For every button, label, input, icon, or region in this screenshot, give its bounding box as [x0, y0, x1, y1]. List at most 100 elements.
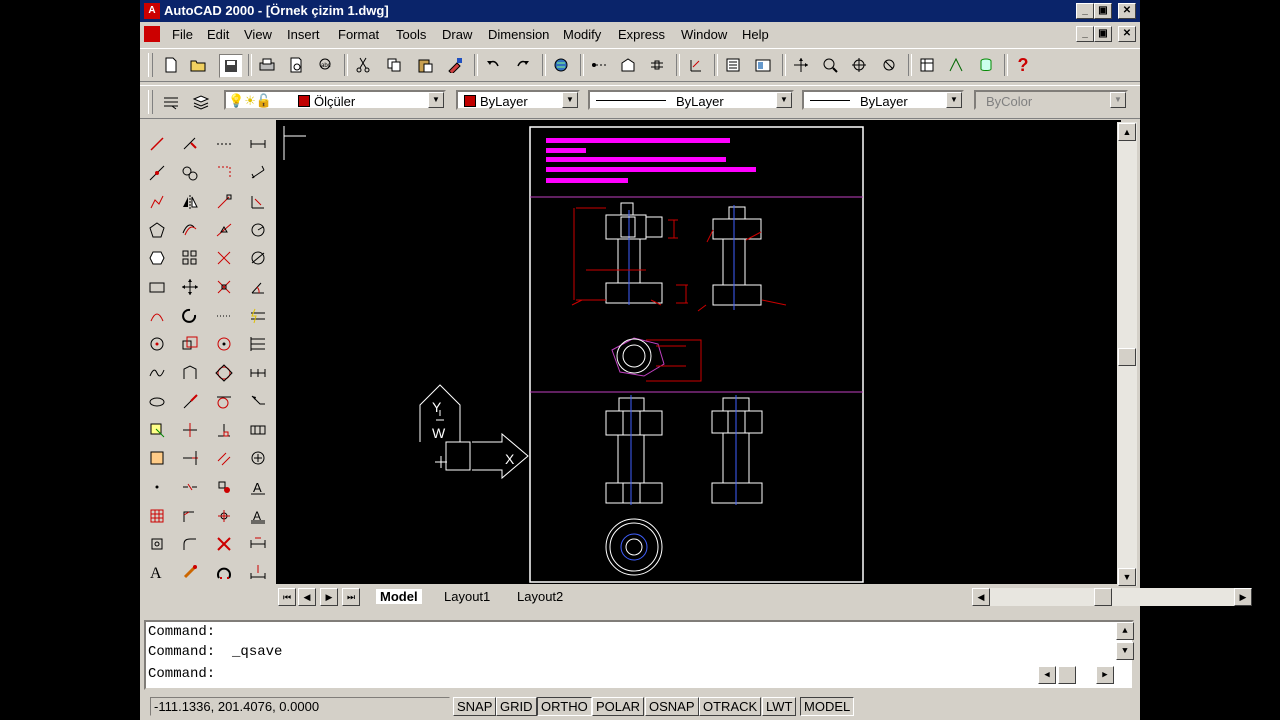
database-icon[interactable] [975, 54, 997, 76]
scale-icon[interactable] [178, 332, 202, 356]
help-icon[interactable]: ? [1012, 54, 1034, 76]
minimize-button[interactable]: _ [1076, 3, 1094, 19]
color-dropdown[interactable]: ByLayer ▼ [456, 90, 580, 110]
snap-tangent-icon[interactable] [212, 390, 236, 414]
grid-toggle[interactable]: GRID [496, 697, 537, 716]
prev-tab-icon[interactable]: ◀ [298, 588, 316, 606]
multiline-text-icon[interactable]: A [145, 560, 169, 584]
chevron-down-icon[interactable]: ▼ [776, 92, 792, 108]
dim-edit-icon[interactable]: A [246, 475, 270, 499]
command-window[interactable]: Command: Command: _qsave Command: ▲ ▼ ◀ … [144, 620, 1134, 690]
aligned-dim-icon[interactable] [246, 161, 270, 185]
layer-dropdown[interactable]: 💡☀🔓 Ölçüler ▼ [224, 90, 446, 110]
menu-modify[interactable]: Modify [563, 27, 601, 42]
menu-edit[interactable]: Edit [207, 27, 229, 42]
next-tab-icon[interactable]: ▶ [320, 588, 338, 606]
zoom-previous-icon[interactable] [878, 54, 900, 76]
cut-icon[interactable] [352, 54, 374, 76]
plot-preview-icon[interactable] [285, 54, 307, 76]
otrack-toggle[interactable]: OTRACK [699, 697, 762, 716]
menu-help[interactable]: Help [742, 27, 769, 42]
save-icon[interactable] [219, 54, 243, 78]
ordinate-dim-icon[interactable] [246, 190, 270, 214]
dim-style-icon[interactable] [246, 560, 270, 584]
cmd-scroll-thumb[interactable] [1058, 666, 1076, 684]
vertical-scrollbar[interactable]: ▲ ▼ [1117, 122, 1137, 587]
snap-apparent-icon[interactable] [212, 275, 236, 299]
ucs-icon[interactable] [684, 54, 706, 76]
scroll-down-icon[interactable]: ▼ [1118, 568, 1136, 586]
diameter-dim-icon[interactable] [246, 246, 270, 270]
plot-icon[interactable] [256, 54, 278, 76]
scroll-left-icon[interactable]: ◀ [972, 588, 990, 606]
doc-minimize-button[interactable]: _ [1076, 26, 1094, 42]
snap-node-icon[interactable] [212, 504, 236, 528]
linetype-dropdown[interactable]: ByLayer ▼ [588, 90, 794, 110]
leader-icon[interactable] [246, 390, 270, 414]
hyperlink-icon[interactable] [588, 54, 610, 76]
temp-tracking-icon[interactable] [212, 132, 236, 156]
menu-insert[interactable]: Insert [287, 27, 320, 42]
menu-tools[interactable]: Tools [396, 27, 426, 42]
chevron-down-icon[interactable]: ▼ [562, 92, 578, 108]
document-icon[interactable] [144, 26, 160, 42]
last-tab-icon[interactable]: ⏭ [342, 588, 360, 606]
arc-icon[interactable] [145, 304, 169, 328]
make-object-layer-current-icon[interactable] [160, 91, 182, 113]
snap-center-icon[interactable] [212, 332, 236, 356]
zoom-window-icon[interactable] [848, 54, 870, 76]
make-block-icon[interactable] [145, 446, 169, 470]
center-mark-icon[interactable] [246, 446, 270, 470]
mirror-icon[interactable] [178, 190, 202, 214]
osnap-settings-icon[interactable] [212, 560, 236, 584]
menu-dimension[interactable]: Dimension [488, 27, 549, 42]
horizontal-scrollbar[interactable]: ◀ ▶ [972, 588, 1252, 606]
hatch-icon[interactable] [145, 504, 169, 528]
cmd-scroll-down-icon[interactable]: ▼ [1116, 642, 1134, 660]
snap-parallel-icon[interactable] [212, 446, 236, 470]
db-connect-icon[interactable] [916, 54, 938, 76]
copy-icon[interactable] [383, 54, 405, 76]
match-properties-icon[interactable] [444, 54, 466, 76]
tracking-icon[interactable] [617, 54, 639, 76]
dim-update-icon[interactable] [246, 532, 270, 556]
redo-icon[interactable] [512, 54, 534, 76]
undo-icon[interactable] [482, 54, 504, 76]
spline-icon[interactable] [145, 361, 169, 385]
construction-line-icon[interactable] [145, 161, 169, 185]
new-icon[interactable] [160, 54, 182, 76]
snap-none-icon[interactable] [212, 532, 236, 556]
doc-close-button[interactable]: ✕ [1118, 26, 1136, 42]
tab-layout1[interactable]: Layout1 [444, 589, 490, 604]
osnap-toggle[interactable]: OSNAP [645, 697, 699, 716]
snap-endpoint-icon[interactable] [212, 190, 236, 214]
cmd-scroll-up-icon[interactable]: ▲ [1116, 622, 1134, 640]
chevron-down-icon[interactable]: ▼ [946, 92, 962, 108]
snap-extension-icon[interactable] [212, 304, 236, 328]
menu-express[interactable]: Express [618, 27, 665, 42]
design-center-icon[interactable] [752, 54, 774, 76]
move-icon[interactable] [178, 275, 202, 299]
array-icon[interactable] [178, 246, 202, 270]
snap-intersection-icon[interactable] [212, 246, 236, 270]
scroll-right-icon[interactable]: ▶ [1234, 588, 1252, 606]
close-button[interactable]: ✕ [1118, 3, 1136, 19]
stretch-icon[interactable] [178, 361, 202, 385]
doc-restore-button[interactable]: ▣ [1094, 26, 1112, 42]
polygon-icon[interactable] [145, 218, 169, 242]
insert-block-icon[interactable] [145, 418, 169, 442]
extend-icon[interactable] [178, 446, 202, 470]
menu-format[interactable]: Format [338, 27, 379, 42]
rotate-icon[interactable] [178, 304, 202, 328]
snap-insert-icon[interactable] [212, 475, 236, 499]
first-tab-icon[interactable]: ⏮ [278, 588, 296, 606]
line-icon[interactable] [145, 132, 169, 156]
offset-icon[interactable] [178, 218, 202, 242]
circle-icon[interactable] [145, 332, 169, 356]
copy-object-icon[interactable] [178, 161, 202, 185]
chamfer-icon[interactable] [178, 504, 202, 528]
tab-model[interactable]: Model [376, 589, 422, 604]
tab-layout2[interactable]: Layout2 [517, 589, 563, 604]
polyline-icon[interactable] [145, 190, 169, 214]
spelling-icon[interactable]: abc [315, 54, 337, 76]
